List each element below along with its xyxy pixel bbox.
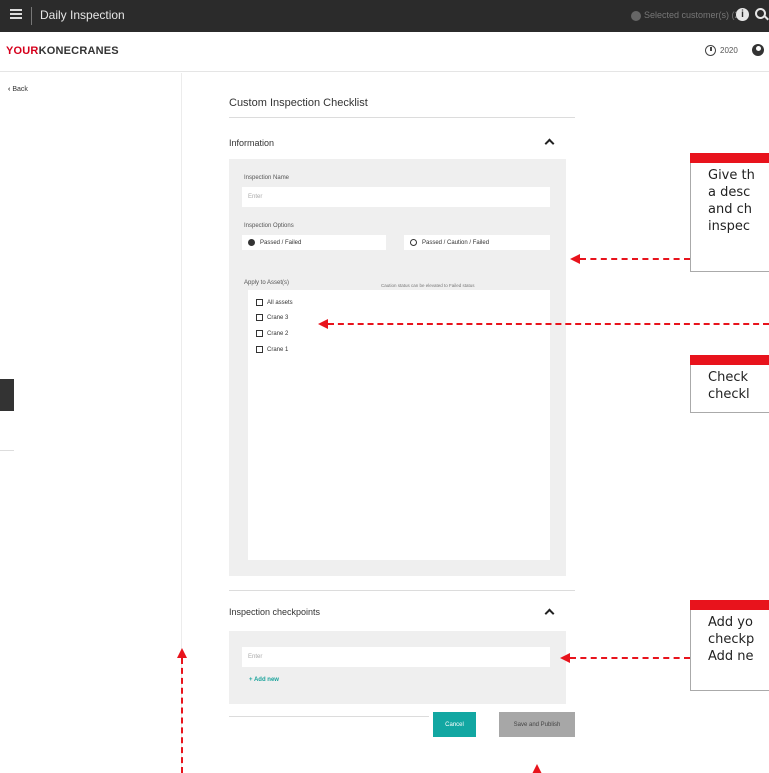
callout-assets: Check checkl [690, 355, 769, 413]
chevron-up-icon[interactable] [544, 138, 555, 149]
asset-label: All assets [267, 299, 293, 306]
caution-hint: Caution status can be elevated to Failed… [381, 283, 475, 288]
search-icon[interactable] [755, 8, 766, 19]
logo-konecranes: KONECRANES [38, 45, 119, 57]
checkpoint-input[interactable]: Enter [242, 647, 550, 667]
callout-information: Give th a desc and ch inspec [690, 153, 769, 272]
asset-checkbox-all[interactable]: All assets [256, 299, 293, 306]
app-root: Daily Inspection Selected customer(s) (2… [0, 0, 769, 773]
callout-bar [690, 355, 769, 365]
option-passed-caution-failed[interactable]: Passed / Caution / Failed [404, 235, 550, 250]
logo-your: YOUR [6, 45, 39, 57]
checkbox-icon [256, 299, 263, 306]
logo[interactable]: YOURKONECRANES [6, 45, 119, 57]
asset-checkbox-crane-1[interactable]: Crane 1 [256, 346, 288, 353]
back-link[interactable]: ‹ Back [8, 86, 28, 93]
callout-bar [690, 600, 769, 610]
option-label: Passed / Failed [260, 239, 302, 246]
section-header-information[interactable]: Information [229, 138, 274, 148]
arrow-line [328, 323, 769, 325]
customer-selector[interactable]: Selected customer(s) (2) [631, 10, 743, 21]
arrow-head-icon [532, 764, 542, 773]
option-label: Passed / Caution / Failed [422, 239, 490, 246]
callout-text-line: checkl [708, 387, 750, 402]
callout-text-line: Add ne [708, 649, 754, 664]
menu-icon[interactable] [10, 9, 22, 19]
arrow-head-icon [177, 648, 187, 658]
top-bar: Daily Inspection Selected customer(s) (2… [0, 0, 769, 32]
radio-unselected-icon [410, 239, 417, 246]
callout-text-line: and ch [708, 202, 752, 217]
callout-text-line: inspec [708, 219, 751, 234]
section-header-checkpoints[interactable]: Inspection checkpoints [229, 607, 320, 617]
arrow-line [570, 657, 690, 659]
arrow-line [181, 658, 183, 773]
option-passed-failed[interactable]: Passed / Failed [242, 235, 386, 250]
callout-text-line: checkp [708, 632, 755, 647]
back-label: Back [12, 86, 28, 93]
arrow-head-icon [570, 254, 580, 264]
asset-checkbox-crane-3[interactable]: Crane 3 [256, 314, 288, 321]
callout-text-line: Add yo [708, 615, 753, 630]
checkpoints-panel [229, 631, 566, 704]
checkbox-icon [256, 346, 263, 353]
checkbox-icon [256, 314, 263, 321]
cancel-button[interactable]: Cancel [433, 712, 476, 737]
callout-text-line: Check [708, 370, 748, 385]
year-label: 2020 [720, 46, 738, 55]
asset-label: Crane 3 [267, 314, 289, 321]
radio-selected-icon [248, 239, 255, 246]
user-icon[interactable] [752, 44, 764, 56]
app-title: Daily Inspection [40, 8, 125, 22]
checkbox-icon [256, 330, 263, 337]
inspection-name-label: Inspection Name [244, 175, 290, 181]
asset-label: Crane 1 [267, 346, 289, 353]
asset-checkbox-crane-2[interactable]: Crane 2 [256, 330, 288, 337]
brand-bar: YOURKONECRANES 2020 [0, 32, 769, 72]
apply-to-assets-label: Apply to Asset(s) [244, 280, 290, 286]
add-new-link[interactable]: + Add new [249, 677, 279, 683]
divider [229, 117, 575, 118]
callout-checkpoints: Add yo checkp Add ne [690, 600, 769, 691]
divider [229, 716, 429, 717]
callout-bar [690, 153, 769, 163]
chevron-up-icon[interactable] [544, 608, 555, 619]
assets-list: All assets Crane 3 Crane 2 Crane 1 [248, 290, 550, 560]
customer-selector-label: Selected customer(s) (2) [644, 10, 743, 20]
clock-icon[interactable] [705, 45, 716, 56]
chevron-left-icon: ‹ [8, 86, 11, 93]
side-panel-edge [0, 379, 14, 411]
left-column: ‹ Back [0, 73, 182, 773]
arrow-head-icon [318, 319, 328, 329]
arrow-head-icon [560, 653, 570, 663]
inspection-name-input[interactable]: Enter [242, 187, 550, 207]
page-title: Custom Inspection Checklist [229, 97, 368, 109]
globe-icon [631, 10, 641, 21]
callout-text-line: Give th [708, 168, 755, 183]
asset-label: Crane 2 [267, 330, 289, 337]
inspection-options-label: Inspection Options [244, 223, 294, 229]
info-icon[interactable]: i [736, 8, 749, 21]
callout-text-line: a desc [708, 185, 751, 200]
arrow-line [580, 258, 690, 260]
divider [31, 7, 32, 25]
save-and-publish-button[interactable]: Save and Publish [499, 712, 575, 737]
divider [229, 590, 575, 591]
divider [0, 450, 14, 451]
